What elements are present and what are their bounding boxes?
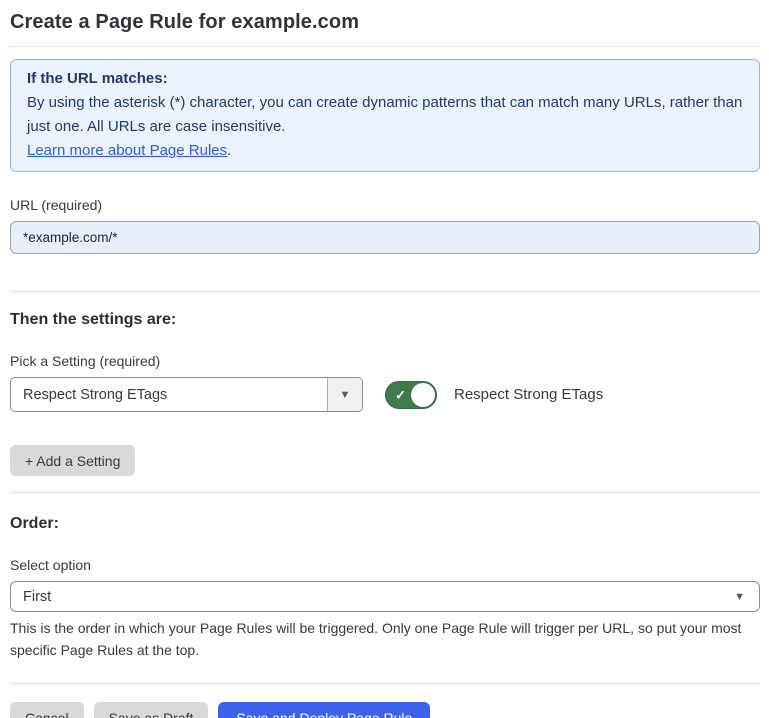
info-box-body-text: By using the asterisk (*) character, you…: [27, 94, 742, 135]
setting-select[interactable]: Respect Strong ETags ▼: [10, 377, 363, 412]
caret-glyph: ▼: [340, 389, 351, 401]
url-input[interactable]: [10, 221, 760, 254]
url-match-info-box: If the URL matches: By using the asteris…: [10, 59, 760, 172]
setting-select-value: Respect Strong ETags: [11, 378, 327, 411]
url-field-label: URL (required): [10, 197, 760, 213]
divider: [10, 46, 760, 47]
cancel-button[interactable]: Cancel: [10, 702, 84, 718]
page-title: Create a Page Rule for example.com: [10, 0, 760, 34]
info-box-link-line: Learn more about Page Rules.: [27, 139, 743, 163]
learn-more-link[interactable]: Learn more about Page Rules: [27, 142, 227, 159]
divider: [10, 492, 760, 493]
toggle-knob: [411, 383, 435, 407]
chevron-down-icon: ▼: [734, 591, 745, 603]
order-select[interactable]: First ▼: [10, 581, 760, 612]
create-page-rule-form: Create a Page Rule for example.com If th…: [0, 0, 769, 718]
divider: [10, 291, 760, 292]
setting-row: Respect Strong ETags ▼ ✓ Respect Strong …: [10, 377, 760, 412]
info-box-heading: If the URL matches:: [27, 67, 743, 91]
chevron-down-icon[interactable]: ▼: [327, 378, 362, 411]
order-select-value: First: [23, 589, 51, 605]
order-select-label: Select option: [10, 557, 760, 573]
save-and-deploy-button[interactable]: Save and Deploy Page Rule: [218, 702, 430, 718]
order-help-text: This is the order in which your Page Rul…: [10, 617, 745, 661]
check-icon: ✓: [395, 388, 406, 401]
pick-setting-label: Pick a Setting (required): [10, 353, 760, 369]
order-section-heading: Order:: [10, 515, 760, 533]
toggle-label: Respect Strong ETags: [454, 386, 603, 403]
divider: [10, 683, 760, 684]
info-box-body: By using the asterisk (*) character, you…: [27, 91, 743, 139]
add-setting-button[interactable]: + Add a Setting: [10, 445, 135, 476]
respect-strong-etags-toggle[interactable]: ✓: [385, 381, 437, 409]
settings-section-heading: Then the settings are:: [10, 311, 760, 329]
save-as-draft-button[interactable]: Save as Draft: [94, 702, 209, 718]
form-actions: Cancel Save as Draft Save and Deploy Pag…: [10, 702, 760, 718]
link-period: .: [227, 142, 231, 159]
